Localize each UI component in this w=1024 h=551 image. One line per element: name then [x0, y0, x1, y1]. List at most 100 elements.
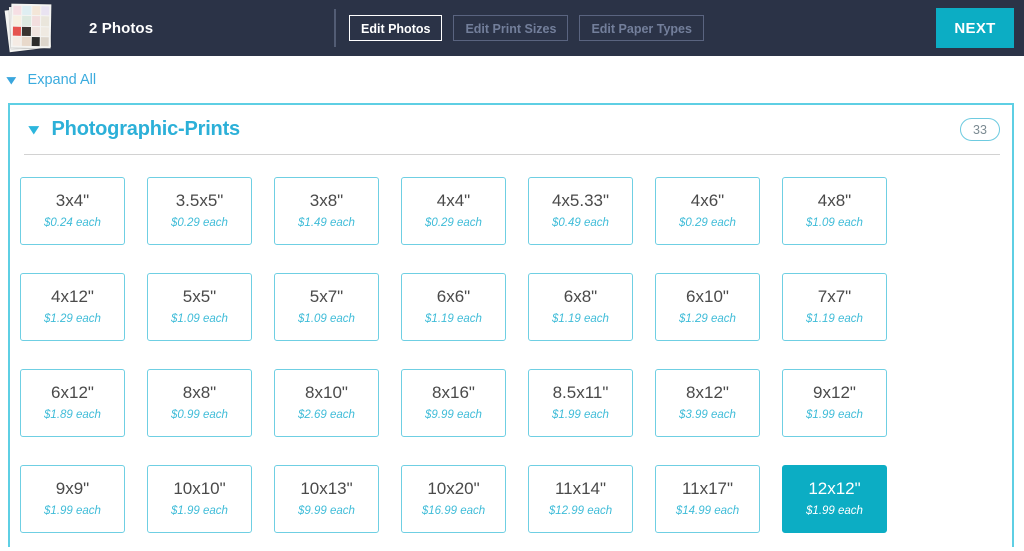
panel-title: Photographic-Prints	[51, 118, 241, 140]
tile-price-label: $1.99 each	[44, 505, 101, 518]
tile-price-label: $0.24 each	[44, 217, 101, 230]
print-size-tile[interactable]: 5x7" $1.09 each	[274, 273, 379, 341]
photo-stack-icon	[4, 3, 53, 53]
tile-price-label: $1.49 each	[298, 217, 355, 230]
print-size-tile[interactable]: 9x9" $1.99 each	[20, 465, 125, 533]
tile-size-label: 4x12"	[51, 287, 94, 307]
print-size-tile[interactable]: 4x4" $0.29 each	[401, 177, 506, 245]
print-size-tile[interactable]: 3.5x5" $0.29 each	[147, 177, 252, 245]
edit-paper-types-button[interactable]: Edit Paper Types	[579, 15, 704, 41]
print-size-tile[interactable]: 8x8" $0.99 each	[147, 369, 252, 437]
expand-all-row[interactable]: ▾ Expand All	[0, 56, 1024, 103]
tile-size-label: 10x20"	[427, 479, 480, 499]
tile-price-label: $1.09 each	[171, 313, 228, 326]
tile-price-label: $3.99 each	[679, 409, 736, 422]
print-size-tile[interactable]: 10x13" $9.99 each	[274, 465, 379, 533]
tile-size-label: 8.5x11"	[552, 383, 609, 403]
tile-price-label: $1.19 each	[806, 313, 863, 326]
tile-size-label: 10x10"	[173, 479, 226, 499]
tile-price-label: $1.29 each	[679, 313, 736, 326]
print-size-tile[interactable]: 12x12" $1.99 each	[782, 465, 887, 533]
thumbnail-cell	[22, 16, 31, 26]
tile-size-label: 8x8"	[182, 383, 217, 403]
print-size-tile[interactable]: 11x14" $12.99 each	[528, 465, 633, 533]
tile-price-label: $9.99 each	[298, 505, 355, 518]
print-size-tile[interactable]: 3x4" $0.24 each	[20, 177, 125, 245]
tile-size-label: 8x10"	[305, 383, 348, 403]
print-size-tile[interactable]: 4x12" $1.29 each	[20, 273, 125, 341]
tile-size-label: 11x17"	[681, 479, 734, 499]
tile-size-label: 3.5x5"	[175, 191, 224, 211]
edit-photos-button[interactable]: Edit Photos	[349, 15, 443, 41]
photo-thumbnail[interactable]	[0, 0, 56, 56]
thumbnail-cell	[31, 36, 40, 47]
tile-price-label: $0.49 each	[552, 217, 609, 230]
thumbnail-cell	[22, 26, 31, 36]
header-button-group: Edit Photos Edit Print Sizes Edit Paper …	[334, 0, 715, 56]
thumbnail-cell	[40, 6, 50, 16]
print-size-tile[interactable]: 8x16" $9.99 each	[401, 369, 506, 437]
tile-size-label: 8x12"	[686, 383, 729, 403]
tile-size-label: 7x7"	[817, 287, 852, 307]
next-button[interactable]: NEXT	[936, 8, 1014, 48]
tile-size-label: 9x12"	[813, 383, 856, 403]
tile-price-label: $1.19 each	[552, 313, 609, 326]
tile-price-label: $1.99 each	[171, 505, 228, 518]
tile-size-label: 5x5"	[182, 287, 217, 307]
tile-size-label: 11x14"	[554, 479, 607, 499]
tile-price-label: $0.29 each	[679, 217, 736, 230]
print-size-tile[interactable]: 5x5" $1.09 each	[147, 273, 252, 341]
tile-size-label: 6x10"	[686, 287, 729, 307]
tile-price-label: $16.99 each	[421, 505, 486, 518]
tile-price-label: $1.89 each	[44, 409, 101, 422]
tile-price-label: $0.99 each	[171, 409, 228, 422]
tile-size-label: 6x8"	[563, 287, 598, 307]
tile-size-label: 10x13"	[300, 479, 353, 499]
print-size-tile[interactable]: 6x8" $1.19 each	[528, 273, 633, 341]
thumbnail-cell	[31, 26, 40, 36]
tile-size-label: 4x8"	[817, 191, 852, 211]
chevron-down-icon: ▾	[6, 72, 16, 87]
print-size-tile[interactable]: 6x6" $1.19 each	[401, 273, 506, 341]
count-badge: 33	[960, 118, 1000, 141]
thumbnail-cell	[22, 5, 31, 16]
tile-size-label: 4x4"	[436, 191, 471, 211]
print-size-tile[interactable]: 4x8" $1.09 each	[782, 177, 887, 245]
print-size-tile[interactable]: 10x10" $1.99 each	[147, 465, 252, 533]
print-size-tile[interactable]: 6x12" $1.89 each	[20, 369, 125, 437]
tile-size-label: 6x6"	[436, 287, 471, 307]
print-size-tile[interactable]: 8.5x11" $1.99 each	[528, 369, 633, 437]
header-divider	[334, 9, 336, 47]
photos-count-label: 2 Photos	[89, 19, 154, 37]
tile-size-label: 4x6"	[690, 191, 725, 211]
tile-size-label: 5x7"	[309, 287, 344, 307]
tile-price-label: $12.99 each	[548, 505, 613, 518]
expand-all-label[interactable]: Expand All	[28, 72, 97, 88]
thumbnail-cell	[12, 36, 22, 46]
panel-header[interactable]: ▾ Photographic-Prints 33	[10, 105, 1012, 154]
print-size-tile[interactable]: 4x5.33" $0.49 each	[528, 177, 633, 245]
tile-size-label: 3x4"	[55, 191, 90, 211]
tile-size-label: 9x9"	[55, 479, 90, 499]
print-size-tile[interactable]: 6x10" $1.29 each	[655, 273, 760, 341]
print-size-tile[interactable]: 8x10" $2.69 each	[274, 369, 379, 437]
print-size-tile[interactable]: 10x20" $16.99 each	[401, 465, 506, 533]
edit-print-sizes-button[interactable]: Edit Print Sizes	[453, 15, 569, 41]
tile-price-label: $2.69 each	[298, 409, 355, 422]
app-header: 2 Photos Edit Photos Edit Print Sizes Ed…	[0, 0, 1024, 56]
print-size-tile[interactable]: 7x7" $1.19 each	[782, 273, 887, 341]
print-size-tile[interactable]: 11x17" $14.99 each	[655, 465, 760, 533]
tile-price-label: $1.99 each	[552, 409, 609, 422]
print-size-tile[interactable]: 8x12" $3.99 each	[655, 369, 760, 437]
tile-price-label: $1.99 each	[806, 409, 863, 422]
tile-price-label: $1.09 each	[806, 217, 863, 230]
thumbnail-cell	[31, 6, 41, 16]
print-size-tile[interactable]: 3x8" $1.49 each	[274, 177, 379, 245]
tile-price-label: $1.29 each	[44, 313, 101, 326]
tile-price-label: $0.29 each	[171, 217, 228, 230]
print-size-tile[interactable]: 9x12" $1.99 each	[782, 369, 887, 437]
print-size-tile[interactable]: 4x6" $0.29 each	[655, 177, 760, 245]
thumbnail-collage	[12, 5, 50, 47]
thumbnail-cell	[40, 16, 50, 26]
chevron-down-icon[interactable]: ▾	[29, 122, 39, 137]
